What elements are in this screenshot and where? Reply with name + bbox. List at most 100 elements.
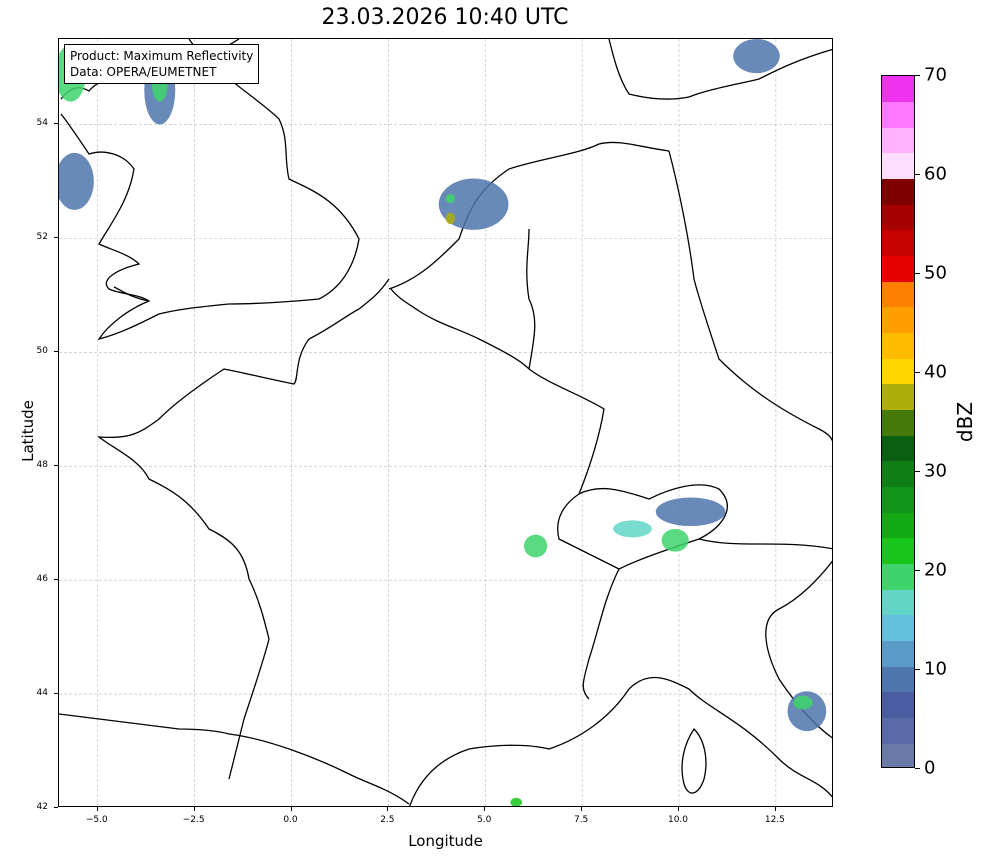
- colorbar-segment: [882, 76, 914, 103]
- border-belgium-germany: [526, 228, 536, 370]
- colorbar-segment: [882, 717, 914, 744]
- colorbar-tick-mark: [915, 174, 920, 175]
- colorbar-segment: [882, 178, 914, 205]
- x-tick-label: −2.5: [182, 815, 205, 825]
- colorbar-segment: [882, 615, 914, 642]
- x-tick-label: 2.5: [380, 815, 395, 825]
- border-alps: [582, 568, 620, 700]
- border-austria: [698, 538, 832, 550]
- y-tick-label: 42: [36, 802, 48, 812]
- x-tick-mark: [484, 807, 486, 811]
- colorbar: [881, 75, 915, 768]
- x-tick-mark: [193, 807, 195, 811]
- y-tick-mark: [54, 351, 58, 353]
- reflectivity-echoes: [59, 39, 827, 806]
- coastline-great-britain: [60, 39, 360, 341]
- colorbar-tick-mark: [915, 570, 920, 571]
- colorbar-segment: [882, 307, 914, 334]
- reflectivity-echo: [793, 695, 813, 710]
- y-tick-mark: [54, 237, 58, 239]
- x-tick-mark: [387, 807, 389, 811]
- colorbar-tick-label: 60: [924, 163, 947, 185]
- colorbar-segment: [882, 281, 914, 308]
- colorbar-segment: [882, 101, 914, 128]
- colorbar-tick-label: 0: [924, 757, 936, 779]
- colorbar-segment: [882, 127, 914, 154]
- colorbar-tick-label: 20: [924, 559, 947, 581]
- colorbar-tick-mark: [915, 669, 920, 670]
- map-plot-area[interactable]: [58, 38, 833, 807]
- border-france-belgium: [390, 288, 530, 370]
- colorbar-segment: [882, 512, 914, 539]
- coastline-north-sea: [388, 141, 670, 290]
- colorbar-segment: [882, 640, 914, 667]
- colorbar-segment: [882, 153, 914, 180]
- graticule: [59, 39, 832, 806]
- colorbar-tick-mark: [915, 75, 920, 76]
- colorbar-segment: [882, 666, 914, 693]
- x-tick-mark: [290, 807, 292, 811]
- y-tick-label: 52: [36, 232, 48, 243]
- colorbar-segment: [882, 589, 914, 616]
- colorbar-tick-mark: [915, 768, 920, 769]
- border-germany-east: [668, 150, 832, 442]
- x-tick-mark: [774, 807, 776, 811]
- y-tick-label: 46: [36, 574, 48, 585]
- colorbar-segment: [882, 409, 914, 436]
- reflectivity-echo: [59, 152, 94, 210]
- colorbar-segment: [882, 563, 914, 590]
- coastline-corsica: [681, 727, 707, 794]
- y-tick-mark: [54, 465, 58, 467]
- country-borders: [228, 150, 832, 805]
- colorbar-segment: [882, 435, 914, 462]
- border-france-germany: [528, 368, 605, 495]
- x-tick-label: 7.5: [573, 815, 589, 825]
- colorbar-tick-label: 40: [924, 361, 947, 383]
- x-tick-mark: [96, 807, 98, 811]
- y-tick-mark: [54, 693, 58, 695]
- reflectivity-echo: [655, 497, 726, 527]
- colorbar-segment: [882, 384, 914, 411]
- x-tick-mark: [678, 807, 679, 811]
- x-tick-label: 0.0: [283, 815, 298, 825]
- radar-map: [59, 39, 832, 806]
- reflectivity-echo: [733, 39, 780, 74]
- data-source-label: Data: OPERA/EUMETNET: [70, 65, 217, 79]
- coastline-denmark: [608, 39, 832, 100]
- reflectivity-echo: [445, 193, 456, 204]
- x-tick-label: 12.5: [764, 815, 785, 825]
- colorbar-segment: [882, 486, 914, 513]
- colorbar-tick-label: 70: [924, 64, 947, 86]
- y-tick-mark: [54, 123, 58, 125]
- x-axis-label: Longitude: [408, 832, 483, 850]
- colorbar-segment: [882, 204, 914, 231]
- reflectivity-echo: [661, 528, 689, 552]
- colorbar-segment: [882, 538, 914, 565]
- coastline-france: [96, 278, 390, 780]
- y-tick-mark: [54, 807, 58, 808]
- colorbar-segment: [882, 230, 914, 257]
- reflectivity-echo: [445, 212, 456, 225]
- colorbar-tick-mark: [915, 273, 920, 274]
- colorbar-segment: [882, 743, 914, 767]
- colorbar-segment: [882, 461, 914, 488]
- x-tick-label: −5.0: [85, 815, 108, 825]
- coastline-spain-north: [59, 713, 230, 735]
- x-tick-label: 5.0: [477, 815, 492, 825]
- x-tick-label: 10.0: [667, 815, 689, 825]
- colorbar-segment: [882, 255, 914, 282]
- colorbar-tick-label: 50: [924, 262, 947, 284]
- colorbar-segment: [882, 358, 914, 385]
- y-tick-label: 54: [36, 118, 48, 129]
- product-info-box: Product: Maximum Reflectivity Data: OPER…: [64, 44, 260, 84]
- colorbar-segment: [882, 332, 914, 359]
- y-tick-label: 44: [36, 688, 48, 699]
- map-title: 23.03.2026 10:40 UTC: [321, 5, 569, 30]
- colorbar-tick-mark: [915, 372, 920, 373]
- reflectivity-echo: [613, 520, 652, 538]
- x-tick-mark: [581, 807, 583, 811]
- reflectivity-echo: [510, 797, 523, 806]
- y-tick-label: 50: [36, 346, 48, 357]
- colorbar-tick-label: 10: [924, 658, 947, 680]
- colorbar-label: dBZ: [953, 401, 977, 443]
